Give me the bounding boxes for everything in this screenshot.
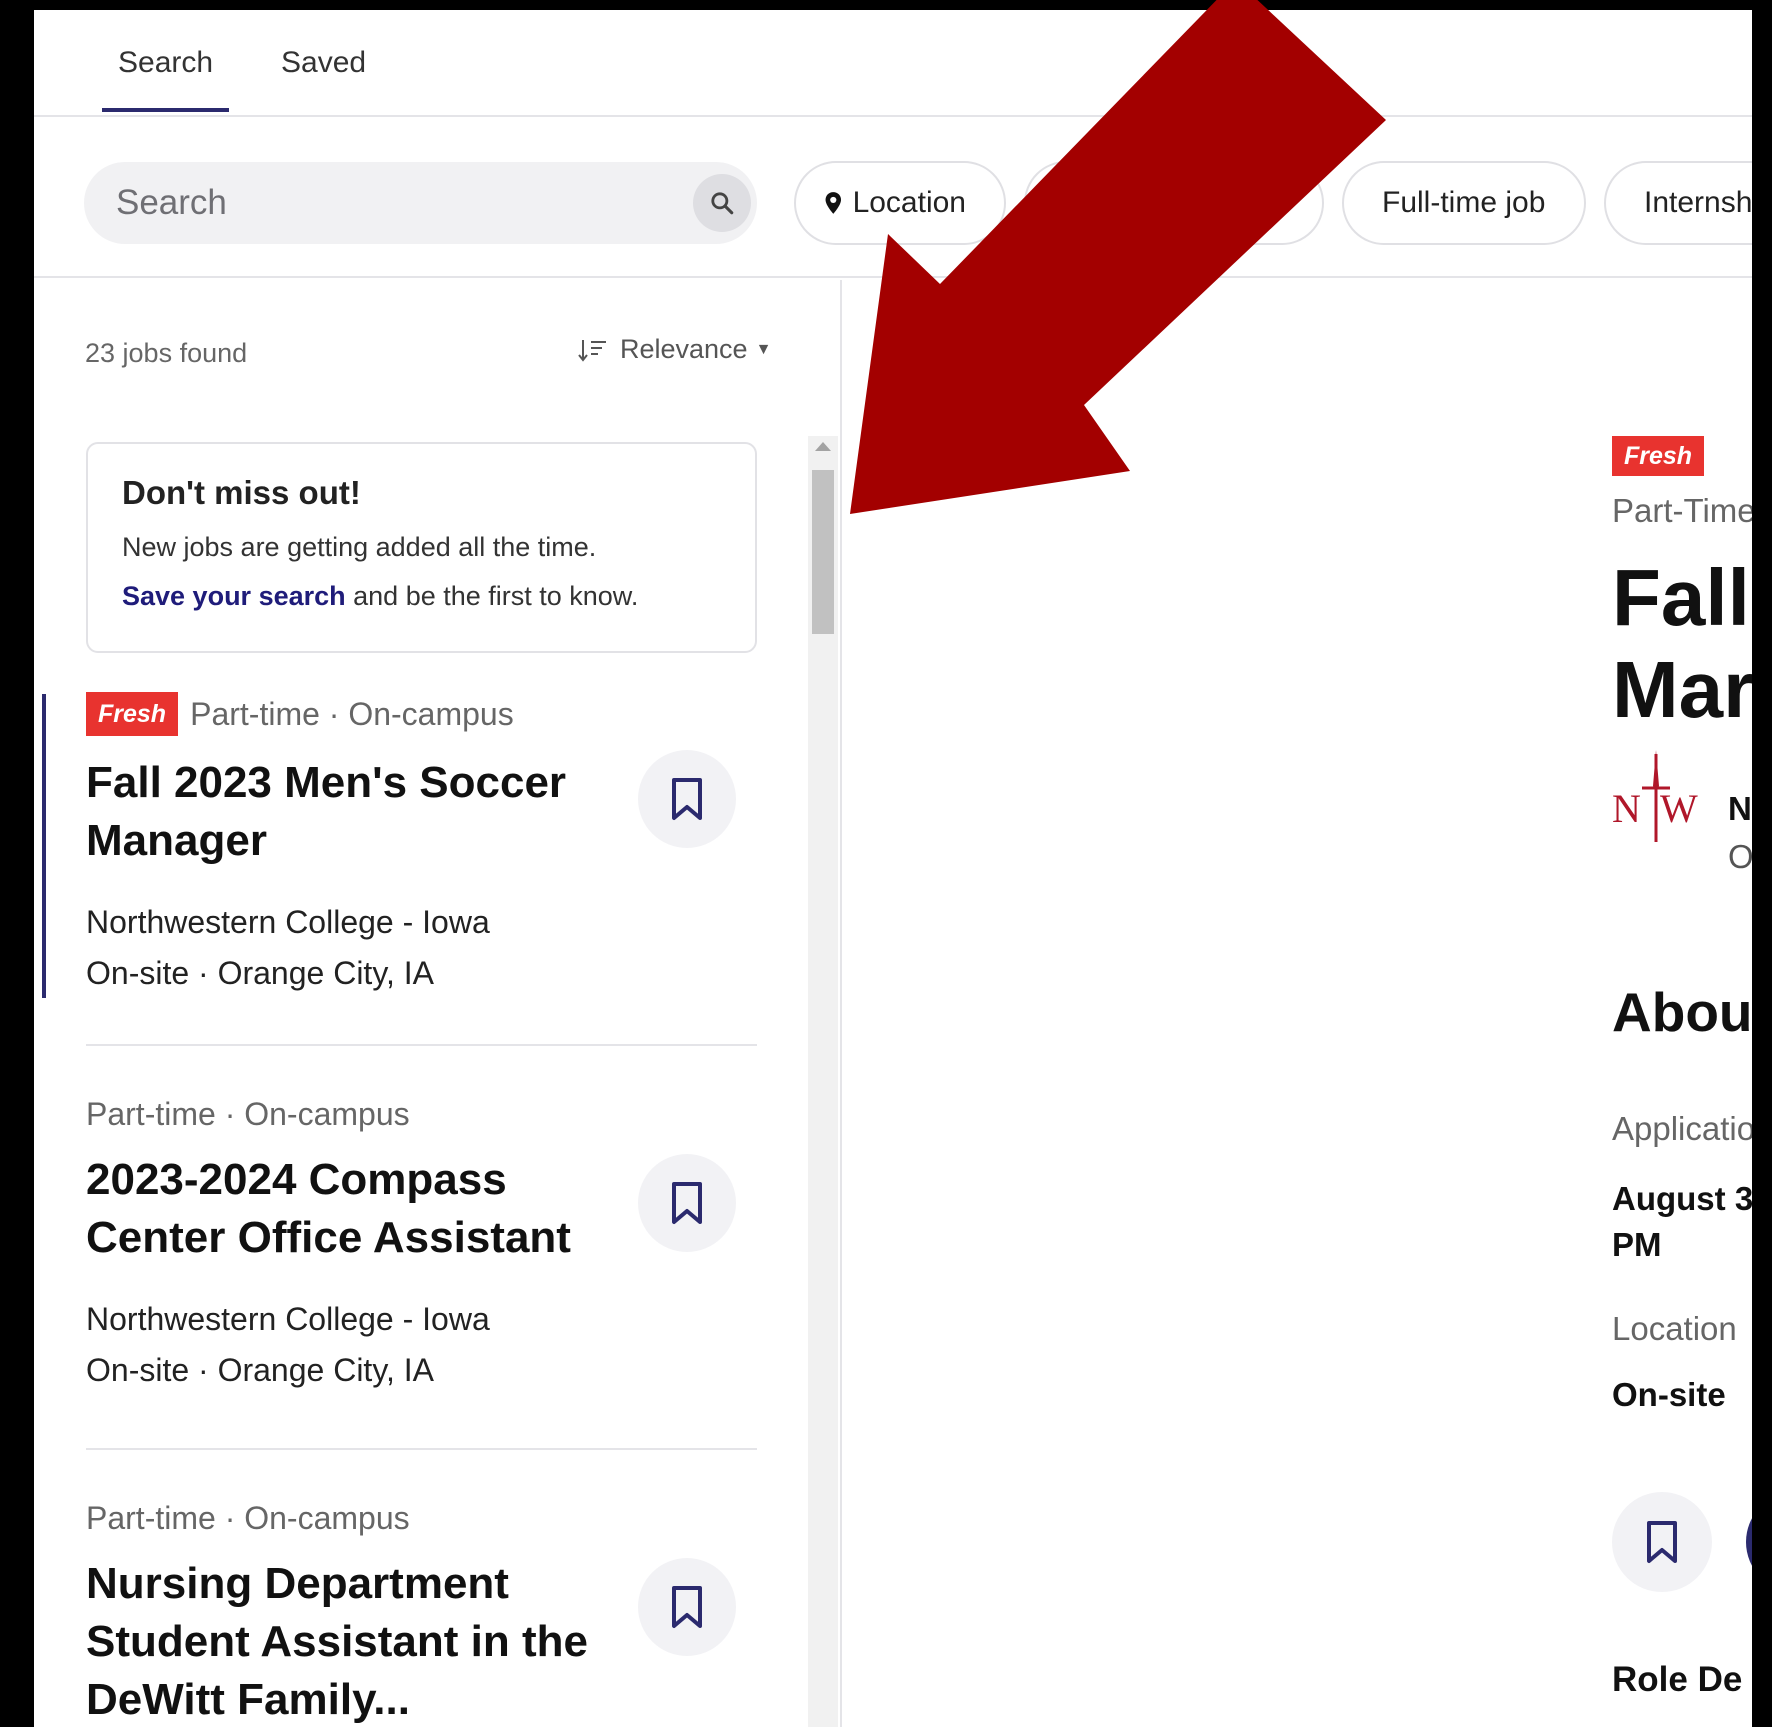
annotation-arrow bbox=[850, 0, 1386, 514]
